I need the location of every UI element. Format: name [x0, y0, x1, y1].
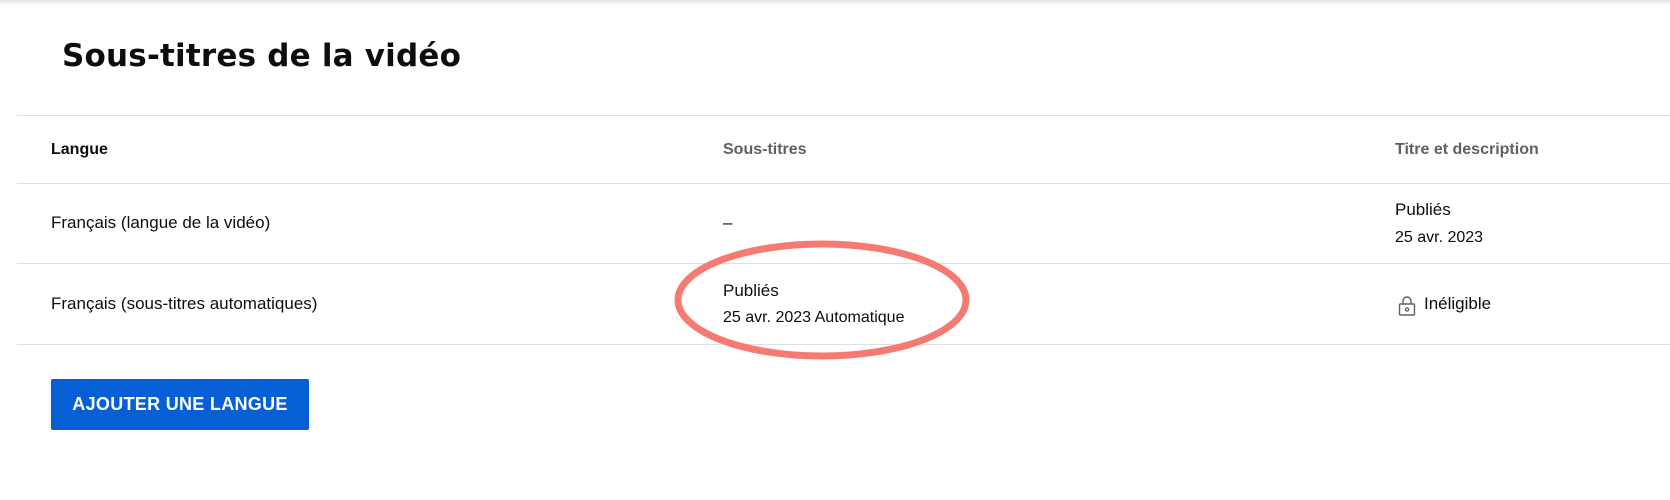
row-title-description-status: Inéligible [1424, 294, 1492, 313]
row-subtitles-status[interactable]: – [723, 213, 732, 233]
column-header-subtitles[interactable]: Sous-titres [723, 141, 807, 159]
divider [17, 183, 1670, 184]
page-title: Sous-titres de la vidéo [62, 38, 462, 74]
row-language: Français (langue de la vidéo) [51, 213, 271, 232]
top-shadow [0, 0, 1670, 6]
row-language: Français (sous-titres automatiques) [51, 294, 318, 313]
lock-icon [1398, 296, 1416, 316]
row-subtitles-date: 25 avr. 2023 Automatique [723, 309, 905, 326]
column-header-title-description[interactable]: Titre et description [1395, 141, 1539, 159]
row-title-description-status[interactable]: Publiés [1395, 200, 1451, 220]
row-subtitles-status[interactable]: Publiés [723, 281, 779, 301]
divider [17, 115, 1670, 116]
divider [17, 344, 1670, 345]
column-header-language[interactable]: Langue [51, 141, 108, 159]
add-language-button[interactable]: AJOUTER UNE LANGUE [51, 379, 309, 430]
divider [17, 263, 1670, 264]
row-title-description-date: 25 avr. 2023 [1395, 229, 1484, 246]
